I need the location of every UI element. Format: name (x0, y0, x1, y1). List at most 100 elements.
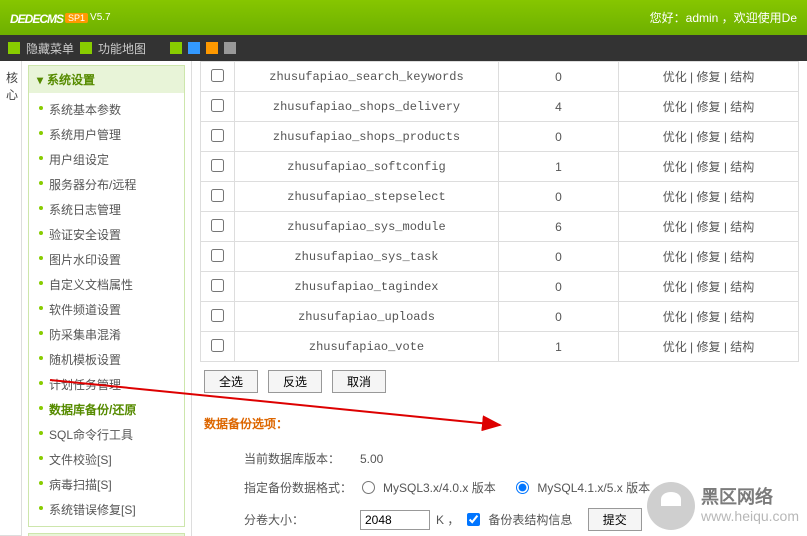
table-name-cell: zhusufapiao_stepselect (235, 182, 499, 212)
table-count-cell: 4 (499, 92, 619, 122)
table-row: zhusufapiao_vote1优化 | 修复 | 结构 (201, 332, 799, 362)
table-row: zhusufapiao_search_keywords0优化 | 修复 | 结构 (201, 62, 799, 92)
format-radio-2[interactable] (516, 481, 529, 494)
sidebar-item[interactable]: 图片水印设置 (29, 247, 184, 272)
sidebar-item[interactable]: 系统用户管理 (29, 122, 184, 147)
leftbar-item[interactable]: 核心 (3, 61, 21, 536)
table-action-cell[interactable]: 优化 | 修复 | 结构 (619, 332, 799, 362)
row-checkbox[interactable] (211, 219, 224, 232)
table-row: zhusufapiao_uploads0优化 | 修复 | 结构 (201, 302, 799, 332)
sidebar-item[interactable]: 系统基本参数 (29, 97, 184, 122)
row-checkbox[interactable] (211, 279, 224, 292)
table-action-cell[interactable]: 优化 | 修复 | 结构 (619, 62, 799, 92)
left-rail: 核心模块生成采集会员模板系统 (0, 61, 22, 536)
table-row: zhusufapiao_stepselect0优化 | 修复 | 结构 (201, 182, 799, 212)
sidebar-item[interactable]: 系统错误修复[S] (29, 497, 184, 522)
sidebar-item[interactable]: 自定义文档属性 (29, 272, 184, 297)
db-version-row: 当前数据库版本： 5.00 (204, 444, 795, 473)
table-row: zhusufapiao_softconfig1优化 | 修复 | 结构 (201, 152, 799, 182)
table-action-cell[interactable]: 优化 | 修复 | 结构 (619, 92, 799, 122)
table-name-cell: zhusufapiao_vote (235, 332, 499, 362)
table-count-cell: 0 (499, 272, 619, 302)
sidebar: 系统设置系统基本参数系统用户管理用户组设定服务器分布/远程系统日志管理验证安全设… (22, 61, 192, 536)
logo-badge: SP1 (65, 13, 88, 23)
sidebar-item[interactable]: 计划任务管理 (29, 372, 184, 397)
leftbar-item[interactable]: 模块 (0, 61, 3, 536)
sidebar-item[interactable]: 软件频道设置 (29, 297, 184, 322)
table-row: zhusufapiao_shops_products0优化 | 修复 | 结构 (201, 122, 799, 152)
table-count-cell: 0 (499, 182, 619, 212)
select-button[interactable]: 取消 (332, 370, 386, 393)
table-name-cell: zhusufapiao_shops_products (235, 122, 499, 152)
site-map-link[interactable]: 功能地图 (98, 40, 146, 57)
sidebar-item[interactable]: 防采集串混淆 (29, 322, 184, 347)
table-action-cell[interactable]: 优化 | 修复 | 结构 (619, 242, 799, 272)
table-action-cell[interactable]: 优化 | 修复 | 结构 (619, 182, 799, 212)
row-checkbox[interactable] (211, 309, 224, 322)
row-checkbox[interactable] (211, 189, 224, 202)
sidebar-item[interactable]: 数据库备份/还原 (29, 397, 184, 422)
table-name-cell: zhusufapiao_softconfig (235, 152, 499, 182)
app-header: DEDECMS SP1 V5.7 您好：admin ，欢迎使用De (0, 0, 807, 35)
table-count-cell: 0 (499, 302, 619, 332)
table-name-cell: zhusufapiao_search_keywords (235, 62, 499, 92)
db-version-value: 5.00 (360, 452, 383, 466)
color-icon[interactable] (206, 42, 218, 54)
row-checkbox[interactable] (211, 69, 224, 82)
color-icon[interactable] (170, 42, 182, 54)
backup-title: 数据备份选项： (204, 415, 795, 432)
main-content: zhusufapiao_search_keywords0优化 | 修复 | 结构… (192, 61, 807, 536)
table-name-cell: zhusufapiao_tagindex (235, 272, 499, 302)
table-name-cell: zhusufapiao_sys_task (235, 242, 499, 272)
hide-menu-link[interactable]: 隐藏菜单 (26, 40, 74, 57)
sidebar-group-head[interactable]: 系统设置 (29, 66, 184, 93)
grid-icon (8, 42, 20, 54)
color-icon[interactable] (188, 42, 200, 54)
table-action-cell[interactable]: 优化 | 修复 | 结构 (619, 122, 799, 152)
table-name-cell: zhusufapiao_uploads (235, 302, 499, 332)
table-count-cell: 1 (499, 152, 619, 182)
table-name-cell: zhusufapiao_shops_delivery (235, 92, 499, 122)
sidebar-item[interactable]: 服务器分布/远程 (29, 172, 184, 197)
select-button[interactable]: 反选 (268, 370, 322, 393)
logo-version: V5.7 (90, 12, 111, 23)
table-action-cell[interactable]: 优化 | 修复 | 结构 (619, 212, 799, 242)
format-radio-1[interactable] (362, 481, 375, 494)
table-row: zhusufapiao_sys_module6优化 | 修复 | 结构 (201, 212, 799, 242)
table-action-cell[interactable]: 优化 | 修复 | 结构 (619, 272, 799, 302)
table-count-cell: 0 (499, 242, 619, 272)
table-count-cell: 6 (499, 212, 619, 242)
row-checkbox[interactable] (211, 159, 224, 172)
sidebar-item[interactable]: SQL命令行工具 (29, 422, 184, 447)
sidebar-item[interactable]: 随机模板设置 (29, 347, 184, 372)
watermark: 黑区网络 www.heiqu.com (647, 482, 799, 530)
sub-header: 隐藏菜单 功能地图 (0, 35, 807, 61)
table-action-cell[interactable]: 优化 | 修复 | 结构 (619, 302, 799, 332)
db-table: zhusufapiao_search_keywords0优化 | 修复 | 结构… (200, 61, 799, 362)
table-row: zhusufapiao_shops_delivery4优化 | 修复 | 结构 (201, 92, 799, 122)
submit-button[interactable]: 提交 (588, 508, 642, 531)
table-count-cell: 0 (499, 62, 619, 92)
color-icon[interactable] (224, 42, 236, 54)
table-count-cell: 0 (499, 122, 619, 152)
greeting-text: 您好：admin ，欢迎使用De (650, 9, 797, 26)
select-button[interactable]: 全选 (204, 370, 258, 393)
table-action-cell[interactable]: 优化 | 修复 | 结构 (619, 152, 799, 182)
row-checkbox[interactable] (211, 249, 224, 262)
sidebar-item[interactable]: 文件校验[S] (29, 447, 184, 472)
row-checkbox[interactable] (211, 99, 224, 112)
sidebar-item[interactable]: 用户组设定 (29, 147, 184, 172)
sidebar-item[interactable]: 系统日志管理 (29, 197, 184, 222)
table-row: zhusufapiao_tagindex0优化 | 修复 | 结构 (201, 272, 799, 302)
watermark-icon (647, 482, 695, 530)
sidebar-item[interactable]: 病毒扫描[S] (29, 472, 184, 497)
row-checkbox[interactable] (211, 339, 224, 352)
logo-text: DEDECMS (10, 6, 63, 29)
table-row: zhusufapiao_sys_task0优化 | 修复 | 结构 (201, 242, 799, 272)
grid-icon (80, 42, 92, 54)
size-input[interactable] (360, 510, 430, 530)
table-name-cell: zhusufapiao_sys_module (235, 212, 499, 242)
struct-checkbox[interactable] (467, 513, 480, 526)
row-checkbox[interactable] (211, 129, 224, 142)
sidebar-item[interactable]: 验证安全设置 (29, 222, 184, 247)
